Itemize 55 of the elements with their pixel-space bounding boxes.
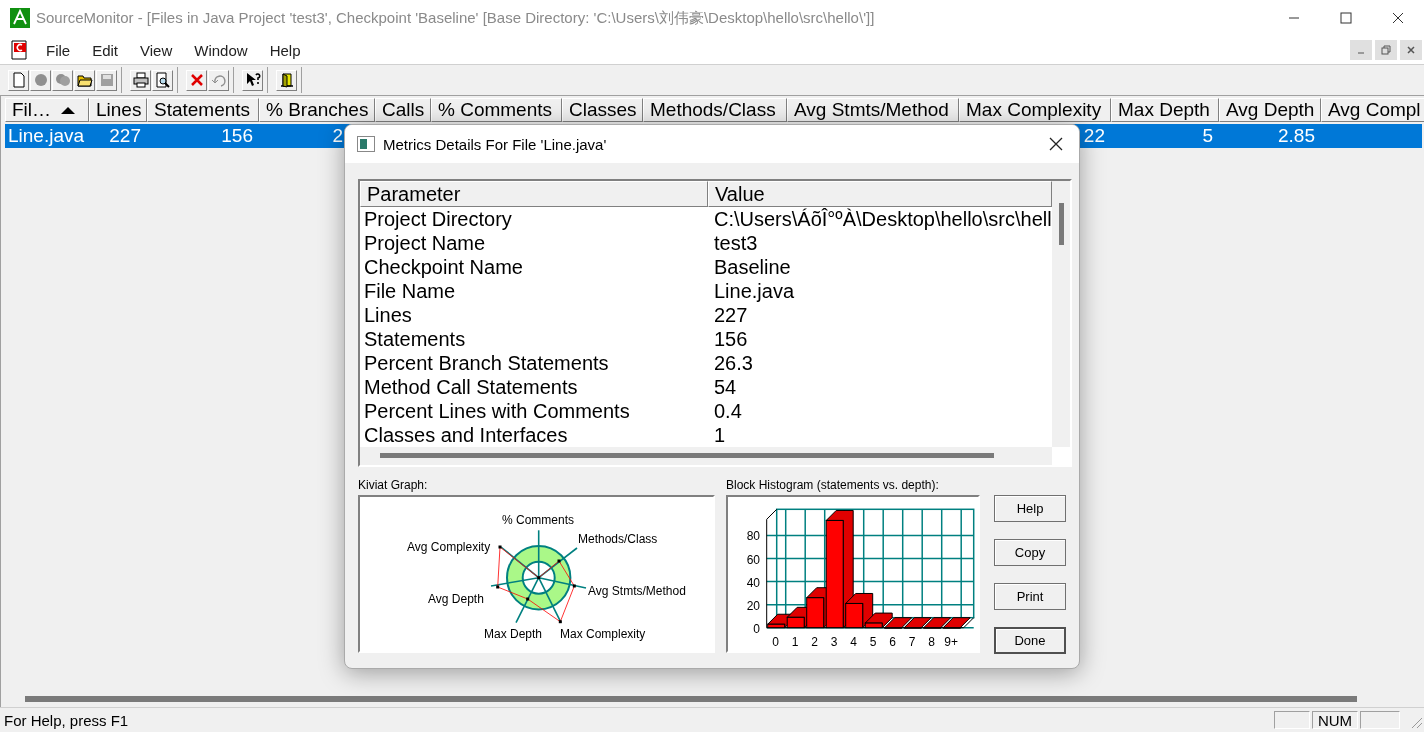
x-tick-label: 7 — [908, 635, 916, 649]
x-tick-label: 8 — [928, 635, 936, 649]
table-cell: 156 — [221, 125, 253, 146]
value-cell: Line.java — [714, 280, 795, 302]
table-cell: 5 — [1202, 125, 1213, 146]
y-tick-label: 20 — [746, 598, 760, 613]
value-cell: 26.3 — [714, 352, 753, 374]
table-cell: 2 — [332, 125, 343, 146]
x-tick-label: 1 — [791, 635, 799, 649]
parameter-cell: Percent Branch Statements — [364, 352, 609, 374]
status-text: For Help, press F1 — [3, 711, 130, 729]
axis-label: % Comments — [502, 513, 574, 527]
x-tick-label: 0 — [772, 635, 780, 649]
value-cell: 54 — [714, 376, 737, 398]
value-cell: 0.4 — [714, 400, 742, 422]
value-cell: C:\Users\ÁõÎ°ºÀ\Desktop\hello\src\hell — [714, 208, 1052, 230]
value-cell: test3 — [714, 232, 758, 254]
y-tick-label: 40 — [746, 575, 760, 590]
table-cell: 22 — [1083, 125, 1105, 146]
axis-label: Methods/Class — [578, 532, 658, 546]
x-tick-label: 6 — [889, 635, 897, 649]
axis-label: Max Depth — [484, 627, 543, 641]
table-cell: 2.85 — [1278, 125, 1315, 146]
parameter-cell: Project Directory — [364, 208, 512, 230]
histogram-label: Block Histogram (statements vs. depth): — [726, 478, 939, 492]
parameter-cell: Checkpoint Name — [364, 256, 523, 278]
x-tick-label: 2 — [811, 635, 819, 649]
table-cell: Line.java — [8, 125, 85, 146]
parameter-cell: Method Call Statements — [364, 376, 578, 398]
x-tick-label: 3 — [830, 635, 838, 649]
parameter-cell: File Name — [364, 280, 456, 302]
parameter-cell: Lines — [364, 304, 412, 326]
kiviat-label: Kiviat Graph: — [358, 478, 428, 492]
parameter-cell: Project Name — [364, 232, 486, 254]
axis-label: Avg Stmts/Method — [588, 584, 686, 598]
parameter-cell: Percent Lines with Comments — [364, 400, 630, 422]
y-tick-label: 80 — [746, 529, 760, 544]
y-tick-label: 0 — [753, 621, 760, 636]
value-cell: 1 — [714, 424, 726, 446]
window-title: SourceMonitor - [Files in Java Project 'test3', Checkpoint 'Baseline' [Base Directory: 'C:\Users\刘伟豪\Desktop\hello\src\hello\']] — [36, 8, 876, 28]
status-indicator: NUM — [1312, 711, 1358, 729]
axis-label: Avg Complexity — [407, 540, 491, 554]
value-cell: 227 — [714, 304, 748, 326]
dialog-title: Metrics Details For File 'Line.java' — [383, 135, 608, 153]
x-tick-label: 5 — [869, 635, 877, 649]
table-cell: 227 — [109, 125, 141, 146]
value-cell: 156 — [714, 328, 748, 350]
axis-label: Max Complexity — [560, 627, 646, 641]
x-tick-label: 9+ — [944, 635, 959, 649]
x-tick-label: 4 — [850, 635, 858, 649]
parameter-cell: Statements — [364, 328, 466, 350]
y-tick-label: 60 — [746, 552, 760, 567]
axis-label: Avg Depth — [428, 592, 484, 606]
value-cell: Baseline — [714, 256, 791, 278]
parameter-cell: Classes and Interfaces — [364, 424, 568, 446]
